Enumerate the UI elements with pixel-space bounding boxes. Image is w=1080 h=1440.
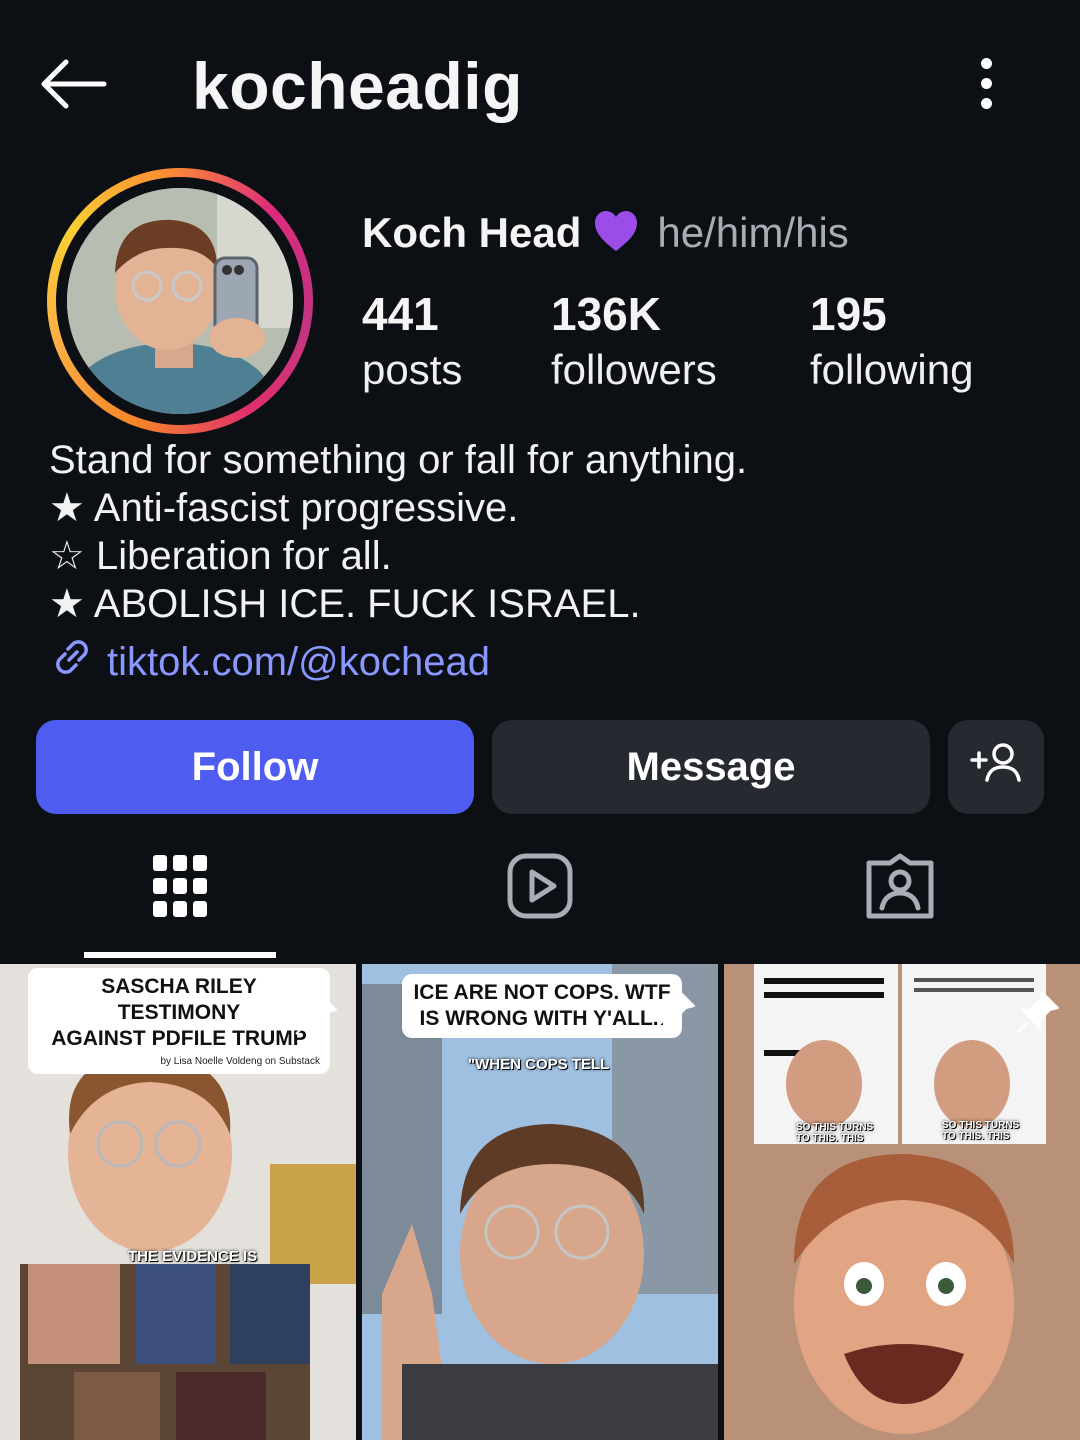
- bio-line: ☆ Liberation for all.: [49, 534, 392, 578]
- tab-grid[interactable]: [140, 850, 220, 926]
- tab-reels[interactable]: [500, 850, 580, 926]
- tagged-person-icon: [866, 853, 934, 924]
- pronouns: he/him/his: [657, 209, 849, 256]
- bio-link[interactable]: tiktok.com/@kochead: [49, 634, 490, 690]
- caption-line: ICE ARE NOT COPS. WTF: [413, 981, 671, 1004]
- more-options-icon[interactable]: [966, 58, 1006, 114]
- top-bar: kocheadig: [0, 0, 1080, 170]
- stat-value: 441: [362, 288, 439, 340]
- reels-play-icon: [507, 853, 573, 924]
- link-text: tiktok.com/@kochead: [107, 639, 490, 684]
- purple-heart-icon: [593, 209, 639, 258]
- name-row: Koch Head he/him/his: [362, 206, 849, 260]
- stat-following[interactable]: 195 following: [810, 286, 973, 398]
- post-overlay-text: THE EVIDENCE IS: [128, 1248, 258, 1265]
- grid-icon: [151, 853, 209, 924]
- caption-line: IS WRONG WITH Y'ALL..: [419, 1007, 665, 1030]
- stat-label: following: [810, 346, 974, 393]
- bio-line: ★ Anti-fascist progressive.: [49, 486, 519, 530]
- posts-grid: SASCHA RILEY TESTIMONY AGAINST PDFILE TR…: [0, 964, 1080, 1440]
- stat-value: 195: [810, 288, 887, 340]
- pinned-icon: [292, 990, 340, 1038]
- stat-label: followers: [551, 346, 717, 393]
- bio-line: Stand for something or fall for anything…: [49, 438, 748, 482]
- post-caption: ICE ARE NOT COPS. WTF IS WRONG WITH Y'AL…: [402, 974, 682, 1038]
- tab-tagged[interactable]: [860, 850, 940, 926]
- message-button[interactable]: Message: [492, 720, 930, 814]
- suggest-users-button[interactable]: [948, 720, 1044, 814]
- stat-label: posts: [362, 346, 463, 393]
- avatar[interactable]: [67, 188, 293, 414]
- message-button-label: Message: [626, 744, 796, 789]
- add-person-icon: [969, 740, 1023, 794]
- caption-line: SASCHA RILEY TESTIMONY: [101, 975, 257, 1024]
- caption-byline: by Lisa Noelle Voldeng on Substack: [160, 1056, 320, 1067]
- bio-line: ★ ABOLISH ICE. FUCK ISRAEL.: [49, 582, 641, 626]
- active-tab-indicator: [84, 952, 276, 958]
- post-thumbnail[interactable]: SO THIS TURNS TO THIS. THIS SO THIS TURN…: [724, 964, 1080, 1440]
- stat-followers[interactable]: 136K followers: [551, 286, 717, 398]
- display-name: Koch Head: [362, 209, 582, 256]
- back-arrow-icon[interactable]: [36, 52, 108, 116]
- bio: Stand for something or fall for anything…: [49, 436, 1049, 628]
- stat-value: 136K: [551, 288, 661, 340]
- pinned-icon: [1014, 988, 1062, 1036]
- post-overlay-text: "WHEN COPS TELL: [468, 1056, 610, 1073]
- post-thumbnail[interactable]: SASCHA RILEY TESTIMONY AGAINST PDFILE TR…: [0, 964, 356, 1440]
- post-overlay-text: SO THIS TURNS TO THIS. THIS: [942, 1120, 1020, 1142]
- profile-username: kocheadig: [192, 49, 523, 123]
- caption-line: AGAINST PDFILE TRUMP: [51, 1027, 307, 1050]
- link-icon: [49, 634, 95, 690]
- follow-button-label: Follow: [191, 744, 319, 789]
- pinned-icon: [650, 986, 698, 1034]
- post-thumbnail[interactable]: ICE ARE NOT COPS. WTF IS WRONG WITH Y'AL…: [362, 964, 718, 1440]
- post-caption: SASCHA RILEY TESTIMONY AGAINST PDFILE TR…: [28, 968, 330, 1074]
- story-ring[interactable]: [47, 168, 313, 434]
- post-overlay-text: SO THIS TURNS TO THIS. THIS: [796, 1122, 874, 1144]
- follow-button[interactable]: Follow: [36, 720, 474, 814]
- stat-posts[interactable]: 441 posts: [362, 286, 462, 398]
